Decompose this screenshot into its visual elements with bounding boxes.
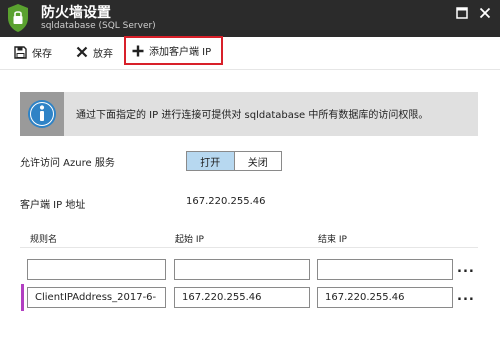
info-banner: 通过下面指定的 IP 进行连接可提供对 sqldatabase 中所有数据库的访… [20,92,478,136]
header-divider [20,247,478,248]
add-client-ip-button[interactable]: 添加客户端 IP [124,36,223,65]
info-icon [20,92,64,136]
rule-end-ip-input[interactable]: 167.220.255.46 [317,287,453,308]
new-rule-end-ip-input[interactable] [317,259,453,280]
azure-services-toggle: 打开 关闭 [186,151,282,171]
maximize-button[interactable] [453,4,471,22]
add-client-ip-label: 添加客户端 IP [149,47,212,58]
toggle-off-button[interactable]: 关闭 [234,152,281,170]
column-header-end-ip: 结束 IP [318,235,347,245]
save-label: 保存 [32,48,52,60]
info-message: 通过下面指定的 IP 进行连接可提供对 sqldatabase 中所有数据库的访… [76,110,429,121]
firewall-shield-icon [6,3,30,33]
new-rule-start-ip-input[interactable] [174,259,310,280]
rule-name-input[interactable]: ClientIPAddress_2017-6- [27,287,166,308]
azure-services-label: 允许访问 Azure 服务 [20,158,115,169]
rule-start-ip-input[interactable]: 167.220.255.46 [174,287,310,308]
window-subtitle: sqldatabase (SQL Server) [41,21,156,31]
row-more-button[interactable]: ... [457,261,475,276]
client-ip-label: 客户端 IP 地址 [20,200,86,211]
column-header-start-ip: 起始 IP [175,235,204,245]
close-button[interactable] [476,4,494,22]
title-bar: 防火墙设置 sqldatabase (SQL Server) [0,0,500,37]
close-icon [479,7,491,19]
row-more-button[interactable]: ... [457,289,475,304]
save-button[interactable]: 保存 [14,37,52,67]
window-title: 防火墙设置 [41,5,111,21]
save-icon [14,45,27,59]
column-header-rule-name: 规则名 [30,235,58,245]
toolbar: 保存 放弃 添加客户端 IP [0,36,500,70]
discard-button[interactable]: 放弃 [76,37,113,67]
maximize-icon [456,7,468,19]
new-rule-name-input[interactable] [27,259,166,280]
add-icon [132,45,144,56]
client-ip-value: 167.220.255.46 [186,196,266,207]
discard-icon [76,46,88,58]
discard-label: 放弃 [93,48,113,60]
toggle-on-button[interactable]: 打开 [187,152,235,170]
row-selected-accent [21,284,24,311]
